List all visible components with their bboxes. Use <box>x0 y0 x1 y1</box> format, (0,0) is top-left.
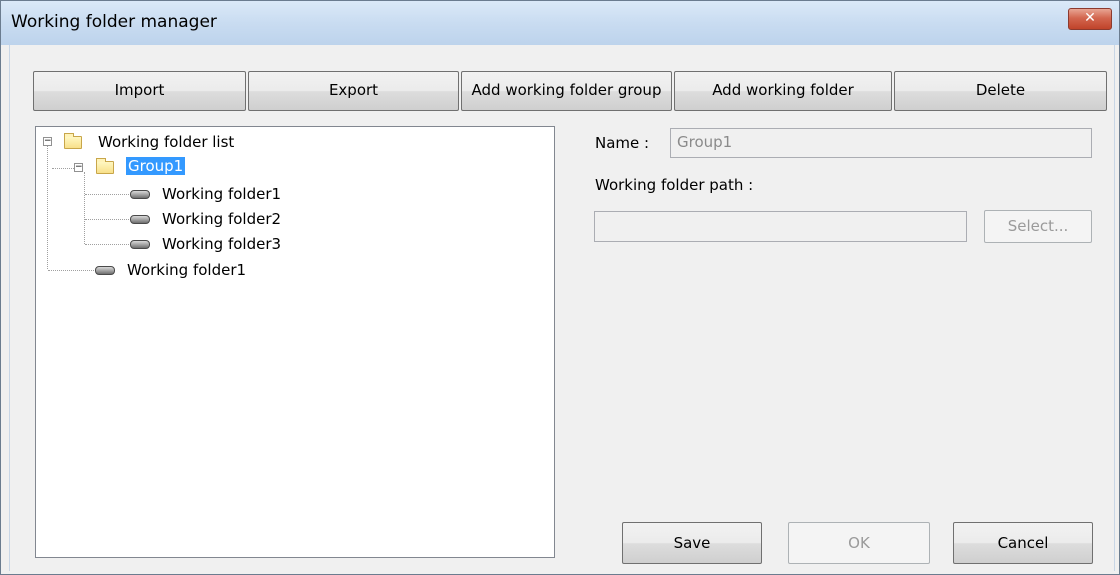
tree-connector <box>84 172 85 244</box>
select-button[interactable]: Select... <box>984 210 1092 243</box>
drive-icon <box>130 215 150 224</box>
folder-icon <box>64 133 82 149</box>
save-button[interactable]: Save <box>622 522 762 564</box>
tree-connector <box>85 244 129 245</box>
tree-node-folder[interactable]: Working folder2 <box>160 208 283 230</box>
tree-node-folder[interactable]: Working folder1 <box>160 183 283 205</box>
drive-icon <box>95 266 115 275</box>
working-folder-path-field[interactable] <box>594 211 967 242</box>
add-working-folder-group-button[interactable]: Add working folder group <box>461 71 672 111</box>
dialog-window: Working folder manager ✕ Import Export A… <box>0 0 1120 575</box>
working-folder-path-label: Working folder path : <box>595 176 754 194</box>
tree-node-folder[interactable]: Working folder3 <box>160 233 283 255</box>
delete-button[interactable]: Delete <box>894 71 1107 111</box>
working-folder-tree[interactable]: − Working folder list − Group1 Working f… <box>35 126 555 558</box>
tree-node-label: Working folder1 <box>127 261 247 279</box>
collapse-icon[interactable]: − <box>43 137 52 146</box>
folder-icon <box>96 158 114 174</box>
collapse-icon[interactable]: − <box>74 163 83 172</box>
ok-button[interactable]: OK <box>788 522 930 564</box>
tree-node-label: Group1 <box>126 157 186 175</box>
tree-connector <box>85 194 129 195</box>
tree-connector <box>48 270 94 271</box>
title-bar[interactable]: Working folder manager ✕ <box>1 1 1119 45</box>
tree-node-label: Working folder list <box>98 133 235 151</box>
drive-icon <box>130 190 150 199</box>
window-title: Working folder manager <box>11 12 217 32</box>
drive-icon <box>130 240 150 249</box>
tree-connector <box>85 219 129 220</box>
tree-node-label: Working folder3 <box>162 235 282 253</box>
add-working-folder-button[interactable]: Add working folder <box>674 71 892 111</box>
tree-connector <box>47 146 48 269</box>
cancel-button[interactable]: Cancel <box>953 522 1093 564</box>
import-button[interactable]: Import <box>33 71 246 111</box>
close-icon: ✕ <box>1084 10 1096 26</box>
name-field[interactable]: Group1 <box>670 128 1092 158</box>
tree-node-group[interactable]: Group1 <box>126 155 186 177</box>
name-label: Name : <box>595 134 650 152</box>
tree-node-root[interactable]: Working folder list <box>96 131 236 153</box>
close-button[interactable]: ✕ <box>1068 8 1112 30</box>
tree-node-label: Working folder2 <box>162 210 282 228</box>
tree-connector <box>52 168 74 169</box>
tree-node-folder[interactable]: Working folder1 <box>125 259 248 281</box>
export-button[interactable]: Export <box>248 71 459 111</box>
tree-node-label: Working folder1 <box>162 185 282 203</box>
